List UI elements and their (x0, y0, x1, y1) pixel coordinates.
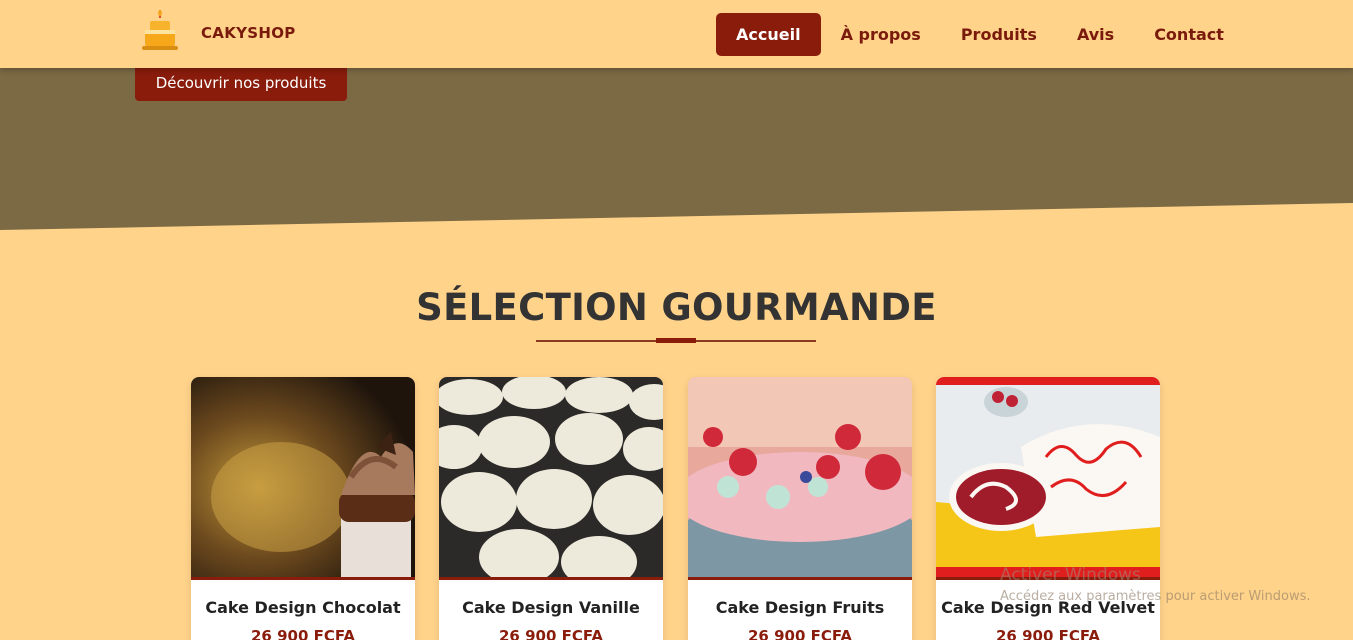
cake-logo-icon[interactable] (140, 10, 180, 52)
product-name: Cake Design Chocolat (205, 598, 401, 617)
product-price: 26 900 FCFA (498, 627, 604, 640)
card-image-divider (439, 577, 663, 580)
card-image-divider (688, 577, 912, 580)
product-price: 26 900 FCFA (995, 627, 1101, 640)
product-card-fruits[interactable]: Cake Design Fruits 26 900 FCFA (688, 377, 912, 640)
product-price: 26 900 FCFA (250, 627, 356, 640)
product-card-vanille[interactable]: Cake Design Vanille 26 900 FCFA (439, 377, 663, 640)
brand-name[interactable]: CAKYSHOP (201, 24, 296, 42)
vanilla-cupcakes-photo (439, 377, 663, 577)
title-divider-accent (656, 338, 696, 343)
product-card-chocolat[interactable]: Cake Design Chocolat 26 900 FCFA (191, 377, 415, 640)
nav-item-contact[interactable]: Contact (1134, 13, 1244, 56)
section-title: SÉLECTION GOURMANDE (416, 286, 937, 329)
red-velvet-roll-photo (936, 377, 1160, 577)
nav-item-accueil[interactable]: Accueil (716, 13, 821, 56)
nav-item-produits[interactable]: Produits (941, 13, 1057, 56)
navbar: CAKYSHOP Accueil À propos Produits Avis … (0, 0, 1353, 68)
nav-item-a-propos[interactable]: À propos (821, 13, 941, 56)
product-price: 26 900 FCFA (747, 627, 853, 640)
activation-watermark-subtitle: Accédez aux paramètres pour activer Wind… (1000, 589, 1311, 604)
product-name: Cake Design Vanille (462, 598, 640, 617)
card-image-divider (191, 577, 415, 580)
fruit-cake-photo (688, 377, 912, 577)
product-name: Cake Design Fruits (715, 598, 885, 617)
activation-watermark-title: Activer Windows (1000, 565, 1141, 585)
nav-item-avis[interactable]: Avis (1057, 13, 1134, 56)
main-nav: Accueil À propos Produits Avis Contact (716, 13, 1244, 56)
chocolate-cupcake-photo (191, 377, 415, 577)
